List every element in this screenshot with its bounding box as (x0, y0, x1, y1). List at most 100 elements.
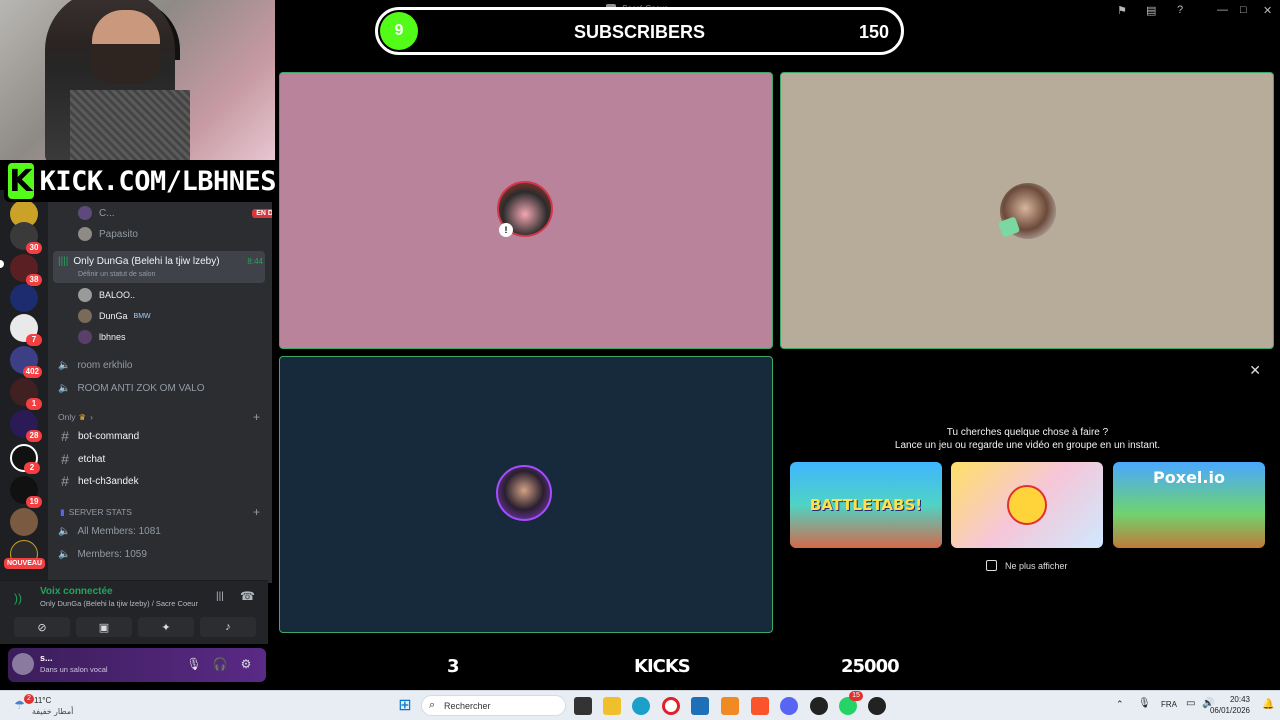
kick-stats-bar: 3 KICKS 25000 (275, 650, 1280, 684)
add-channel-icon[interactable]: + (253, 410, 260, 424)
soundboard-icon: ♪ (225, 621, 231, 633)
screen-share-button[interactable]: ▣ (76, 617, 132, 637)
voice-channel-item[interactable]: 🔈 ROOM ANTI ZOK OM VALO (58, 380, 258, 396)
weather-widget[interactable]: ☂ 2 11°C أمطار خفيفة (10, 694, 80, 718)
add-channel-icon[interactable]: + (253, 505, 260, 519)
participant-tile[interactable] (780, 72, 1274, 349)
kicks-goal: 25000 (841, 656, 900, 677)
stats-channel-item[interactable]: 🔈 All Members: 1081 (58, 523, 258, 539)
voice-activity-icon: |||| (58, 255, 69, 267)
chevron-up-icon[interactable]: ⌃ (1116, 699, 1124, 710)
participant-tile[interactable]: ! (279, 72, 773, 349)
voice-timer: 8:44 (247, 256, 263, 266)
signal-icon: )) (14, 591, 22, 605)
channel-name: room erkhilo (77, 359, 133, 371)
participant-tile[interactable] (279, 356, 773, 633)
kick-url: KICK.COM/LBHNES (39, 165, 277, 197)
game-card-battletabs[interactable]: BATTLETABS! (790, 462, 942, 548)
server-icon[interactable]: 402 (10, 346, 42, 378)
status-icon: ! (499, 223, 513, 237)
game-title: Poxel.io (1153, 468, 1225, 487)
stats-channel-item[interactable]: 🔈 Members: 1059 (58, 546, 258, 562)
disconnect-icon[interactable]: ☎ (240, 589, 255, 603)
server-icon[interactable]: 2 (10, 444, 40, 474)
checkbox[interactable] (986, 560, 997, 571)
category-header[interactable]: ▮ SERVER STATS + (60, 505, 262, 519)
microphone-tray-icon[interactable]: 🎙 (1138, 698, 1151, 709)
start-windows-icon[interactable]: ⊞ (396, 697, 414, 715)
network-icon[interactable]: ▭ (1186, 698, 1195, 709)
category-header[interactable]: Only ♛ › + (58, 410, 262, 424)
notification-bell-icon[interactable]: 🔔 (1262, 699, 1274, 710)
maximize-icon[interactable]: □ (1240, 4, 1247, 16)
app-icon[interactable] (721, 697, 739, 715)
server-icon[interactable]: 28 (10, 410, 42, 442)
game-card-chicken[interactable] (951, 462, 1103, 548)
voice-status-title[interactable]: Voix connectée (40, 586, 113, 597)
user-name[interactable]: s... (40, 653, 53, 663)
channel-name: etchat (78, 453, 106, 465)
brave-icon[interactable] (751, 697, 769, 715)
voice-user[interactable]: C... EN DIRECT (78, 203, 272, 223)
dont-show-again[interactable]: Ne plus afficher (986, 560, 1067, 571)
voice-user[interactable]: Papasito (78, 224, 272, 244)
camera-off-icon: ⊘ (37, 621, 47, 634)
whatsapp-icon[interactable]: 15 (839, 691, 863, 715)
user-name: BALOO.. (99, 290, 136, 300)
speaker-icon: 🔈 (58, 525, 71, 537)
store-icon[interactable] (691, 697, 709, 715)
text-channel-item[interactable]: # etchat (58, 451, 258, 467)
channel-name: All Members: 1081 (77, 525, 161, 537)
voice-status-subtitle: Only DunGa (Belehi la tjiw lzeby) / Sacr… (40, 599, 198, 608)
subscriber-label: SUBSCRIBERS (573, 22, 706, 42)
user-name: lbhnes (99, 332, 126, 342)
opera-icon[interactable] (662, 697, 680, 715)
discord-icon[interactable] (780, 697, 798, 715)
voice-user[interactable]: DunGa BMW (78, 308, 258, 324)
speaker-icon: 🔈 (58, 548, 71, 560)
unread-badge: 30 (26, 242, 42, 254)
weather-description: أمطار خفيفة (32, 707, 74, 716)
media-player-icon[interactable] (868, 697, 886, 715)
voice-user[interactable]: BALOO.. (78, 287, 258, 303)
minimize-icon[interactable]: — (1217, 4, 1228, 16)
task-view-icon[interactable] (574, 697, 592, 715)
activity-line2: Lance un jeu ou regarde une vidéo en gro… (894, 440, 1161, 451)
camera-button[interactable]: ⊘ (14, 617, 70, 637)
activities-button[interactable]: ✦ (138, 617, 194, 637)
microphone-icon[interactable]: 🎙 (186, 656, 202, 672)
server-icon[interactable]: 30 (10, 222, 42, 254)
language-indicator[interactable]: FRA (1161, 700, 1177, 709)
text-channel-item[interactable]: # het-ch3andek (58, 473, 258, 489)
app-icon[interactable] (810, 697, 828, 715)
activity-prompt: Tu cherches quelque chose à faire ? Lanc… (780, 426, 1275, 452)
file-explorer-icon[interactable] (603, 697, 621, 715)
close-icon[interactable]: ✕ (1249, 362, 1261, 379)
server-icon[interactable]: 38 (10, 254, 42, 286)
voice-channel-item[interactable]: 🔈 room erkhilo (58, 357, 258, 373)
noise-suppression-icon[interactable]: ||| (216, 591, 224, 602)
avatar[interactable] (12, 653, 34, 675)
voice-user[interactable]: lbhnes (78, 329, 258, 345)
server-icon[interactable]: 1 (10, 378, 42, 410)
server-icon[interactable]: 19 (10, 476, 42, 508)
headphones-icon[interactable]: 🎧 (212, 656, 228, 672)
unread-badge: 19 (26, 496, 42, 508)
screen-share-icon: ▣ (98, 621, 110, 634)
game-card-poxel[interactable]: Poxel.io (1113, 462, 1265, 548)
server-icon[interactable] (10, 508, 38, 536)
popout-icon[interactable]: ▤ (1146, 4, 1156, 17)
settings-gear-icon[interactable]: ⚙ (238, 656, 254, 672)
server-icon[interactable] (10, 284, 38, 312)
help-icon[interactable]: ? (1177, 4, 1183, 16)
close-window-icon[interactable]: ✕ (1263, 4, 1272, 17)
edge-icon[interactable] (632, 697, 650, 715)
status-hint[interactable]: Définir un statut de salon (78, 271, 155, 278)
server-icon[interactable]: 7 (10, 314, 42, 346)
system-clock[interactable]: 20:43 06/01/2026 (1210, 694, 1250, 716)
text-channel-item[interactable]: # bot-command (58, 428, 258, 444)
inbox-icon[interactable]: ⚑ (1117, 4, 1127, 17)
taskbar-search[interactable]: ⌕ Rechercher (421, 695, 566, 716)
user-name: DunGa (99, 311, 128, 321)
soundboard-button[interactable]: ♪ (200, 617, 256, 637)
